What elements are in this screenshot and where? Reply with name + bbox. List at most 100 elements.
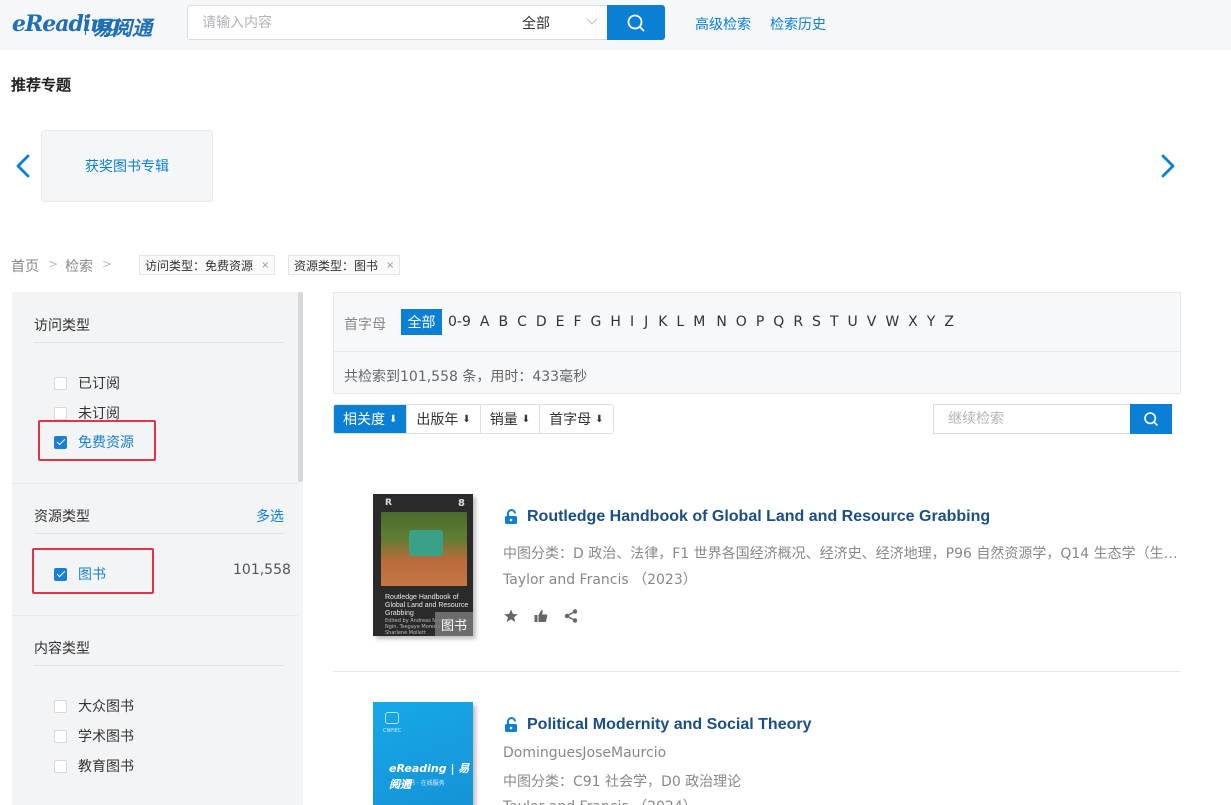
option-label: 学术图书 — [78, 729, 134, 745]
option-popular-book[interactable]: 大众图书 — [54, 696, 134, 716]
sort-label: 销量 — [489, 412, 518, 428]
thumbs-up-icon[interactable] — [533, 608, 549, 624]
alphabet-letter[interactable]: 0-9 — [448, 314, 471, 330]
breadcrumb-chevron-icon: > — [102, 257, 113, 271]
alphabet-letter[interactable]: T — [830, 314, 839, 330]
alphabet-letters: 0-9 A B C D E F G H I J K L M N O P Q R S T U V W X Y Z — [448, 314, 963, 330]
search-icon — [1144, 412, 1158, 426]
facet-title-underline — [34, 533, 284, 534]
alphabet-letter[interactable]: P — [756, 314, 764, 330]
sort-button[interactable]: 销量 ⬇ — [480, 405, 541, 433]
facet-divider — [12, 483, 298, 484]
result-title[interactable]: Political Modernity and Social Theory — [503, 716, 812, 734]
scope-value: 全部 — [522, 15, 550, 32]
alphabet-letter[interactable]: E — [556, 314, 565, 330]
alphabet-letter[interactable]: J — [644, 314, 648, 330]
alphabet-row: 首字母 全部 0-9 A B C D E F G H I J K L M N O P Q R S T U V W X Y Z — [334, 293, 1180, 352]
result-count-info: 共检索到101,558 条，用时：433毫秒 — [344, 369, 588, 385]
checkbox[interactable] — [54, 406, 67, 420]
result-author[interactable]: DominguesJoseMaurcio — [503, 745, 666, 761]
multi-select-link[interactable]: 多选 — [256, 506, 284, 526]
alphabet-letter[interactable]: R — [793, 314, 803, 330]
checkbox[interactable] — [54, 729, 67, 743]
search-input[interactable] — [202, 13, 492, 33]
result-classification: 中图分类：C91 社会学，D0 政治理论 — [503, 774, 742, 790]
sort-button[interactable]: 出版年 ⬇ — [407, 405, 481, 433]
sort-button[interactable]: 相关度 ⬇ — [334, 405, 408, 433]
cover-small-text: CNPIEC — [383, 728, 402, 734]
option-academic-book[interactable]: 学术图书 — [54, 726, 134, 746]
alphabet-letter[interactable]: Y — [927, 314, 936, 330]
alphabet-letter[interactable]: M — [693, 314, 705, 330]
alphabet-letter[interactable]: G — [591, 314, 602, 330]
sort-button[interactable]: 首字母 ⬇ — [540, 405, 613, 433]
alphabet-letter[interactable]: I — [630, 314, 634, 330]
cover-number: 8 — [458, 498, 465, 509]
alphabet-letter[interactable]: Z — [944, 314, 954, 330]
alphabet-letter[interactable]: W — [885, 314, 899, 330]
refine-search-button[interactable] — [1130, 404, 1172, 434]
close-icon[interactable]: × — [386, 260, 394, 271]
option-education-book[interactable]: 教育图书 — [54, 756, 134, 776]
alphabet-letter[interactable]: A — [480, 314, 490, 330]
filter-sidebar: 访问类型 已订阅 未订阅 免费资源 资源类型 多选 图书 101,558 内容类… — [12, 292, 303, 805]
result-divider — [333, 671, 1181, 672]
top-header: eReading 易阅通 全部 高级检索 检索历史 — [0, 0, 1231, 50]
facet-title-resource: 资源类型 — [34, 509, 90, 525]
checkbox[interactable] — [54, 699, 67, 713]
checkbox[interactable] — [54, 759, 67, 773]
breadcrumb-chevron-icon: > — [48, 257, 59, 271]
alphabet-letter[interactable]: B — [498, 314, 508, 330]
alphabet-letter[interactable]: K — [658, 314, 667, 330]
breadcrumb-search[interactable]: 检索 — [65, 256, 93, 276]
carousel-next-arrow[interactable] — [1155, 152, 1181, 180]
alphabet-letter[interactable]: F — [573, 314, 581, 330]
close-icon[interactable]: × — [261, 260, 269, 271]
alphabet-letter[interactable]: D — [536, 314, 547, 330]
refine-search-input[interactable] — [948, 410, 1118, 428]
alphabet-letter[interactable]: C — [517, 314, 527, 330]
facet-title-underline — [34, 665, 284, 666]
topic-card-award-books[interactable]: 获奖图书专辑 — [41, 130, 213, 202]
cover-brand: eReading | 易阅通 — [389, 762, 470, 791]
breadcrumb-home[interactable]: 首页 — [11, 256, 39, 276]
facet-divider — [12, 615, 298, 616]
logo-separator — [85, 15, 86, 35]
sort-label: 相关度 — [343, 412, 385, 428]
advanced-search-link[interactable]: 高级检索 — [695, 14, 751, 34]
checkbox[interactable] — [54, 376, 67, 390]
option-subscribed[interactable]: 已订阅 — [54, 373, 120, 393]
publisher-logo: R — [385, 498, 392, 508]
sidebar-scrollbar[interactable] — [298, 292, 303, 482]
search-history-link[interactable]: 检索历史 — [770, 14, 826, 34]
alphabet-letter[interactable]: L — [676, 314, 684, 330]
filter-tag-label: 访问类型：免费资源 — [145, 258, 254, 273]
alphabet-letter[interactable]: U — [848, 314, 858, 330]
star-icon[interactable] — [503, 608, 519, 624]
alphabet-letter[interactable]: H — [610, 314, 621, 330]
option-label: 已订阅 — [78, 376, 120, 392]
alphabet-letter[interactable]: Q — [773, 314, 784, 330]
alphabet-letter[interactable]: N — [716, 314, 726, 330]
alphabet-letter[interactable]: S — [812, 314, 821, 330]
search-button[interactable] — [607, 5, 665, 40]
book-cover[interactable]: R 8 Routledge Handbook of Global Land an… — [373, 494, 473, 636]
refine-search-box — [933, 404, 1130, 434]
recommend-title: 推荐专题 — [11, 76, 72, 94]
unlock-icon — [505, 717, 517, 732]
alphabet-filter-panel: 首字母 全部 0-9 A B C D E F G H I J K L M N O P Q R S T U V W X Y Z 共检索… — [333, 292, 1181, 394]
alphabet-all-button[interactable]: 全部 — [401, 309, 442, 335]
share-icon[interactable] — [563, 608, 579, 624]
book-cover[interactable]: CNPIEC eReading | 易阅通 云上图书 · 在线服务 — [373, 702, 473, 805]
highlight-box-book — [32, 548, 154, 594]
sort-arrow-icon: ⬇ — [462, 413, 471, 425]
result-actions — [503, 608, 579, 624]
alphabet-letter[interactable]: V — [867, 314, 877, 330]
chevron-down-icon — [586, 13, 598, 25]
logo[interactable]: eReading 易阅通 — [12, 9, 162, 41]
result-title[interactable]: Routledge Handbook of Global Land and Re… — [503, 508, 990, 526]
alphabet-letter[interactable]: X — [908, 314, 918, 330]
scope-select[interactable]: 全部 — [506, 6, 606, 39]
carousel-prev-arrow[interactable] — [10, 152, 36, 180]
alphabet-letter[interactable]: O — [736, 314, 747, 330]
